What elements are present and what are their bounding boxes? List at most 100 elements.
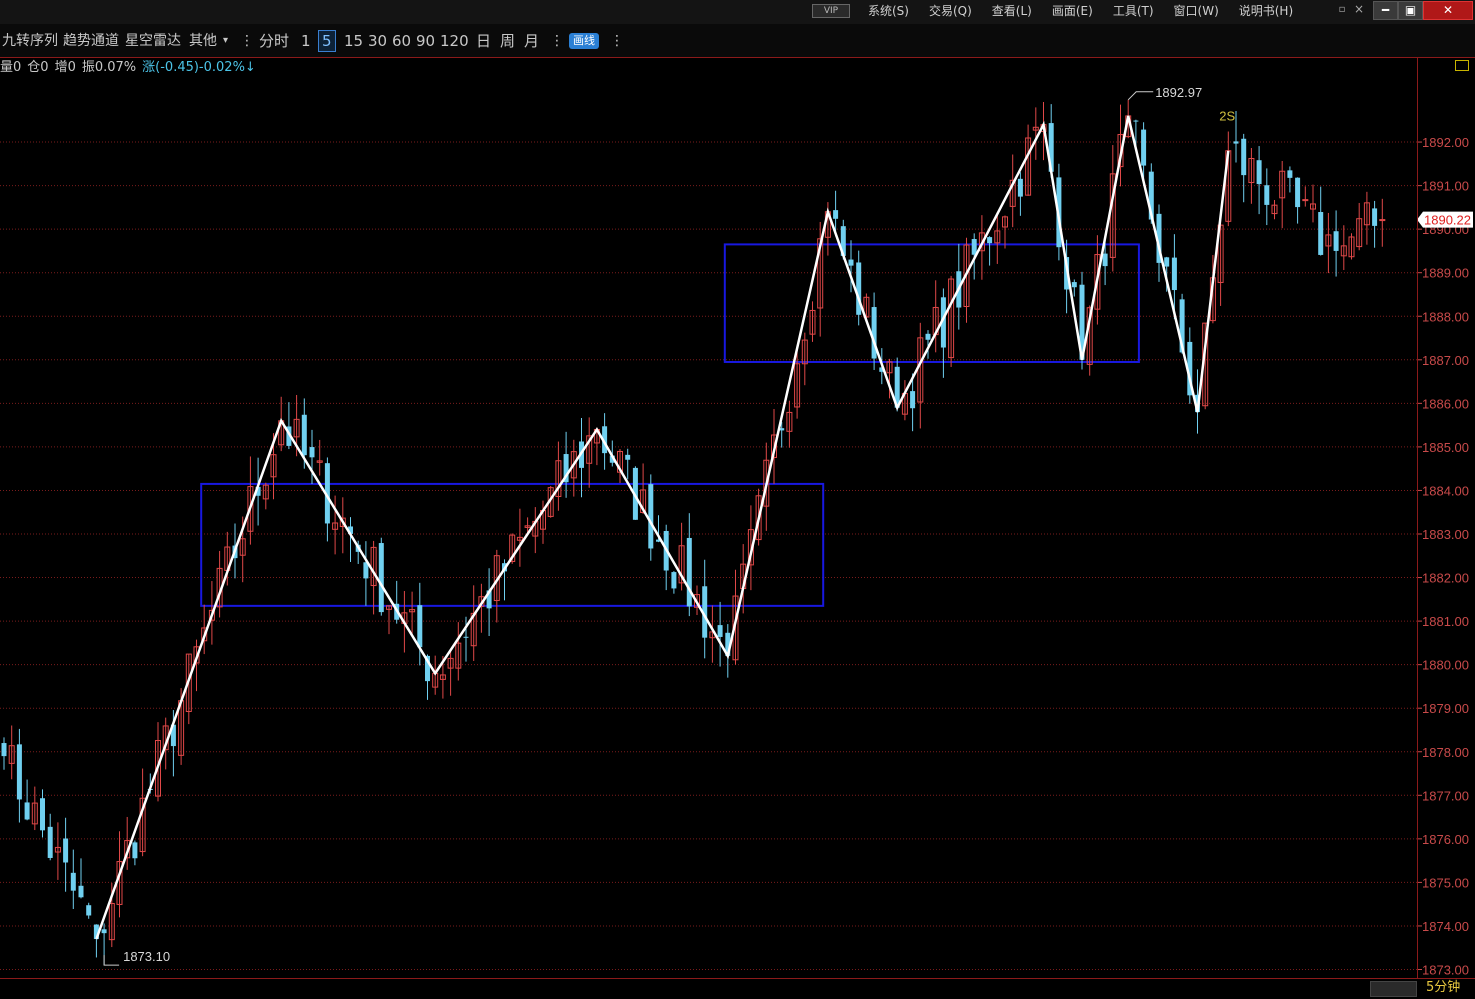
- candle-body: [1141, 129, 1147, 166]
- consolidation-boxes: [200, 243, 1140, 607]
- y-tick-label: 1888.00: [1422, 309, 1469, 324]
- period-1[interactable]: 1: [301, 24, 311, 58]
- candle-body: [1071, 282, 1077, 288]
- candle-body: [16, 744, 22, 800]
- candle-body: [78, 885, 84, 898]
- candle-body: [86, 905, 92, 916]
- y-tick-label: 1889.00: [1422, 266, 1469, 281]
- candle-body: [1264, 185, 1270, 205]
- title-bar: VIP 系统(S) 交易(Q) 查看(L) 画面(E) 工具(T) 窗口(W) …: [0, 0, 1475, 24]
- close-button[interactable]: ✕: [1423, 1, 1473, 20]
- indicator-trend-channel[interactable]: 趋势通道: [63, 24, 119, 58]
- signal-label: 2S: [1219, 108, 1235, 123]
- candle-body: [1, 743, 7, 757]
- candle-body: [686, 537, 692, 607]
- candle-body: [910, 391, 916, 409]
- menu-window[interactable]: 窗口(W): [1174, 0, 1219, 22]
- candle-body: [971, 239, 977, 255]
- y-axis: 1873.00 1874.00 1875.00 1876.00 1877.00 1878.…: [1417, 135, 1473, 978]
- menu-system[interactable]: 系统(S): [868, 0, 909, 22]
- candle-body: [1333, 231, 1339, 251]
- indicator-star-radar[interactable]: 星空雷达: [125, 24, 181, 58]
- y-tick-label: 1878.00: [1422, 745, 1469, 760]
- candle-body: [463, 636, 469, 638]
- candle-body: [47, 826, 53, 858]
- period-month[interactable]: 月: [524, 24, 539, 58]
- candle-body: [301, 414, 307, 456]
- separator-icon: ⋮: [550, 33, 564, 49]
- period-15[interactable]: 15: [344, 24, 363, 58]
- close-small-icon[interactable]: ×: [1352, 1, 1366, 18]
- y-tick-label: 1884.00: [1422, 483, 1469, 498]
- indicator-other[interactable]: 其他: [189, 24, 217, 58]
- y-tick-label: 1883.00: [1422, 527, 1469, 542]
- chevron-down-icon[interactable]: ▾: [223, 24, 228, 58]
- minimize-button[interactable]: ━: [1373, 1, 1398, 20]
- y-tick-label: 1873.00: [1422, 963, 1469, 978]
- grid-lines: [0, 141, 1417, 970]
- menu-bar: 系统(S) 交易(Q) 查看(L) 画面(E) 工具(T) 窗口(W) 说明书(…: [868, 0, 1313, 22]
- candle-body: [671, 572, 677, 589]
- period-timeshare[interactable]: 分时: [259, 24, 289, 58]
- period-120[interactable]: 120: [440, 24, 469, 58]
- candle-body: [70, 872, 76, 891]
- period-60[interactable]: 60: [392, 24, 411, 58]
- maximize-button[interactable]: ▣: [1398, 1, 1423, 20]
- candle-body: [24, 802, 30, 820]
- y-tick-label: 1874.00: [1422, 919, 1469, 934]
- candle-body: [1241, 138, 1247, 176]
- draw-line-button[interactable]: 画线: [569, 33, 599, 49]
- period-5[interactable]: 5: [318, 30, 336, 52]
- candlestick-chart[interactable]: 1892.971873.102S 1873.001874.001875.0018…: [0, 58, 1475, 978]
- axis-divider: [1417, 58, 1418, 978]
- candle-body: [848, 259, 854, 266]
- separator-icon: ⋮: [240, 33, 254, 49]
- period-label: 5分钟: [1426, 980, 1461, 995]
- low-leader-line: [103, 955, 120, 966]
- last-price-label: 1890.22: [1424, 213, 1471, 228]
- candle-body: [1256, 160, 1262, 185]
- period-30[interactable]: 30: [368, 24, 387, 58]
- menu-screen[interactable]: 画面(E): [1052, 0, 1093, 22]
- candle-body: [1233, 141, 1239, 144]
- period-week[interactable]: 周: [500, 24, 515, 58]
- menu-view[interactable]: 查看(L): [992, 0, 1032, 22]
- vip-badge[interactable]: VIP: [812, 4, 850, 18]
- menu-help[interactable]: 说明书(H): [1239, 0, 1293, 22]
- candle-body: [1171, 257, 1177, 291]
- menu-trade[interactable]: 交易(Q): [929, 0, 972, 22]
- candle-body: [1164, 257, 1170, 267]
- y-tick-label: 1887.00: [1422, 353, 1469, 368]
- chart-toolbar: 九转序列 趋势通道 星空雷达 其他 ▾ ⋮ 分时 1 5 15 30 60 90…: [0, 24, 1475, 58]
- candle-body: [417, 605, 423, 648]
- candle-body: [625, 454, 631, 460]
- candle-body: [1295, 177, 1301, 208]
- candle-body: [1133, 120, 1139, 122]
- y-tick-label: 1885.00: [1422, 440, 1469, 455]
- menu-tools[interactable]: 工具(T): [1113, 0, 1154, 22]
- restore-small-icon[interactable]: ▫: [1335, 1, 1349, 18]
- candle-body: [925, 333, 931, 340]
- y-tick-label: 1876.00: [1422, 832, 1469, 847]
- y-tick-label: 1880.00: [1422, 658, 1469, 673]
- scrollbar-thumb[interactable]: [1370, 981, 1417, 997]
- candle-body: [1102, 253, 1108, 267]
- candle-body: [132, 842, 138, 859]
- bottom-divider: [0, 978, 1475, 979]
- indicator-nine-turn[interactable]: 九转序列: [2, 24, 58, 58]
- candle-body: [378, 543, 384, 613]
- more-options-icon[interactable]: ⋮: [610, 24, 624, 58]
- candle-body: [40, 798, 45, 831]
- candle-body: [1372, 208, 1378, 226]
- low-price-label: 1873.10: [123, 949, 170, 964]
- candle-body: [63, 838, 69, 863]
- high-price-label: 1892.97: [1155, 85, 1202, 100]
- y-tick-label: 1879.00: [1422, 701, 1469, 716]
- y-tick-label: 1892.00: [1422, 135, 1469, 150]
- period-day[interactable]: 日: [476, 24, 491, 58]
- candle-body: [833, 210, 839, 219]
- candle-body: [987, 237, 993, 244]
- period-90[interactable]: 90: [416, 24, 435, 58]
- chart-labels: 1892.97 1873.10 2S: [103, 85, 1236, 966]
- candle-body: [1318, 212, 1324, 255]
